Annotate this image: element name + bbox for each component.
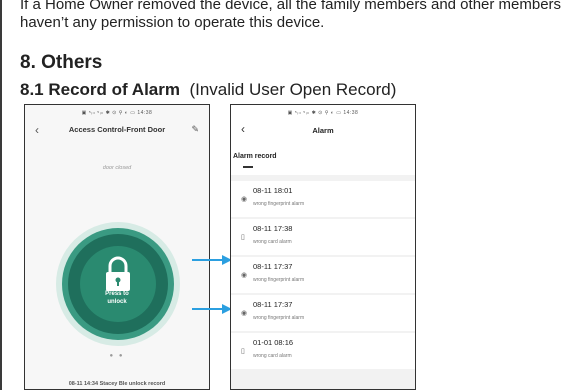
- list-item[interactable]: ◉ 08-11 17:37 wrong fingerprint alarm: [231, 295, 415, 331]
- unlock-dial[interactable]: [55, 221, 181, 347]
- record-time: 08-11 17:37: [253, 262, 293, 271]
- alarm-screen-phone: ▣ ⁵ᵢₗₗ ⁵ᵢₗₗ ✱ ⊙ ⚲ ◐ ▭ 14:38 ‹ Alarm Alar…: [230, 104, 416, 390]
- record-description: wrong fingerprint alarm: [253, 315, 305, 321]
- subsection-heading: 8.1 Record of Alarm (Invalid User Open R…: [20, 80, 396, 100]
- card-icon: ▯: [241, 234, 245, 241]
- list-item[interactable]: ◉ 08-11 18:01 wrong fingerprint alarm: [231, 181, 415, 217]
- alarm-record-list: ◉ 08-11 18:01 wrong fingerprint alarm ▯ …: [231, 181, 415, 371]
- status-bar: ▣ ⁵ᵢₗₗ ⁵ᵢₗₗ ✱ ⊙ ⚲ ◐ ▭ 14:38: [81, 110, 153, 116]
- last-unlock-record[interactable]: 08-11 14:34 Stacey Ble unlock record: [25, 381, 209, 387]
- tab-alarm-record[interactable]: Alarm record: [231, 151, 415, 175]
- subsection-title: 8.1 Record of Alarm: [20, 80, 180, 99]
- edit-icon[interactable]: ✎: [191, 124, 199, 135]
- intro-line-2: haven’t any permission to operate this d…: [20, 14, 325, 31]
- card-icon: ▯: [241, 348, 245, 355]
- record-description: wrong card alarm: [253, 239, 292, 245]
- door-status: door closed: [102, 165, 132, 171]
- alarm-title: Alarm: [312, 126, 334, 135]
- intro-paragraph: If a Home Owner removed the device, all …: [20, 0, 561, 32]
- record-time: 08-11 18:01: [253, 186, 293, 195]
- record-description: wrong fingerprint alarm: [253, 201, 305, 207]
- record-time: 08-11 17:38: [253, 224, 293, 233]
- arrow-icon: [192, 255, 232, 265]
- tab-underline: [243, 166, 253, 168]
- list-item[interactable]: ▯ 08-11 17:38 wrong card alarm: [231, 219, 415, 255]
- status-bar: ▣ ⁵ᵢₗₗ ⁵ᵢₗₗ ✱ ⊙ ⚲ ◐ ▭ 14:38: [231, 105, 415, 121]
- record-description: wrong card alarm: [253, 353, 292, 359]
- lock-screen-phone: ▣ ⁵ᵢₗₗ ⁵ᵢₗₗ ✱ ⊙ ⚲ ◐ ▭ 14:38 ‹ Access Con…: [24, 104, 210, 390]
- fingerprint-icon: ◉: [241, 272, 248, 279]
- tab-label: Alarm record: [233, 153, 277, 160]
- intro-line-1: If a Home Owner removed the device, all …: [20, 0, 562, 13]
- record-description: wrong fingerprint alarm: [253, 277, 305, 283]
- arrow-icon: [192, 304, 232, 314]
- unlock-label-line-1: Press to: [105, 291, 129, 297]
- list-item[interactable]: ◉ 08-11 17:37 wrong fingerprint alarm: [231, 257, 415, 293]
- section-heading: 8. Others: [20, 52, 103, 73]
- record-time: 08-11 17:37: [253, 300, 293, 309]
- fingerprint-icon: ◉: [241, 196, 248, 203]
- list-item[interactable]: ▯ 01-01 08:16 wrong card alarm: [231, 333, 415, 369]
- left-margin-rule: [0, 0, 2, 390]
- device-title: Access Control-Front Door: [68, 125, 166, 134]
- subsection-note: (Invalid User Open Record): [189, 80, 397, 99]
- fingerprint-icon: ◉: [241, 310, 248, 317]
- lock-screen-header: ‹ Access Control-Front Door ✎: [25, 121, 209, 143]
- unlock-label-line-2: unlock: [107, 299, 127, 305]
- record-time: 01-01 08:16: [253, 338, 294, 347]
- page-indicator: ● ●: [109, 353, 125, 359]
- alarm-screen-header: ▣ ⁵ᵢₗₗ ⁵ᵢₗₗ ✱ ⊙ ⚲ ◐ ▭ 14:38 ‹ Alarm: [231, 105, 415, 151]
